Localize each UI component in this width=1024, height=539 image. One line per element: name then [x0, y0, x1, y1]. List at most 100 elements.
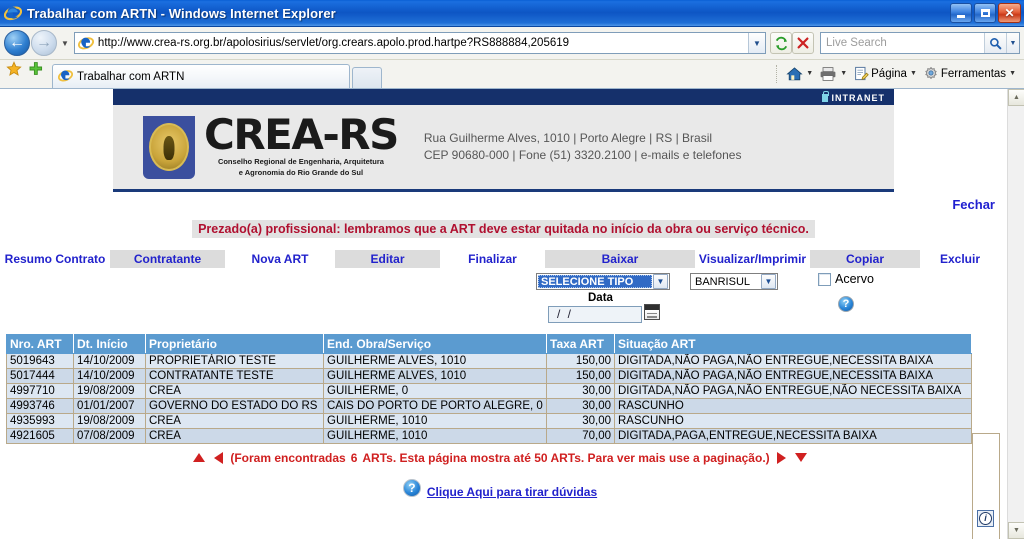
menu-item-baixar[interactable]: Baixar — [545, 250, 695, 268]
acervo-checkbox-group[interactable]: Acervo — [818, 272, 874, 286]
pagination-count: 6 — [350, 450, 358, 465]
search-input[interactable] — [821, 36, 984, 50]
data-input[interactable]: / / — [548, 306, 642, 323]
tipo-select[interactable]: SELECIONE TIPO ▼ — [536, 273, 670, 290]
menu-item-editar[interactable]: Editar — [335, 250, 440, 268]
tab-strip: Trabalhar com ARTN ▼ ▼ Página ▼ Ferramen… — [0, 60, 1024, 89]
cell-taxa-art: 150,00 — [546, 353, 615, 369]
first-page-button[interactable] — [192, 451, 206, 465]
add-to-favorites-icon[interactable] — [28, 61, 44, 82]
help-question-icon[interactable]: ? — [402, 479, 421, 497]
menu-item-resumo-contrato[interactable]: Resumo Contrato — [0, 250, 110, 268]
table-row[interactable]: 4921605 07/08/2009 CREA GUILHERME, 1010 … — [6, 428, 972, 444]
column-header-dt-inicio[interactable]: Dt. Início — [73, 334, 146, 354]
home-button[interactable]: ▼ — [784, 63, 815, 85]
table-row[interactable]: 4935993 19/08/2009 CREA GUILHERME, 1010 … — [6, 413, 972, 429]
back-button[interactable]: ← — [4, 30, 30, 56]
cell-nro-art: 4993746 — [6, 398, 74, 414]
home-dropdown-icon[interactable]: ▼ — [806, 70, 813, 77]
cell-proprietario: CREA — [145, 413, 324, 429]
crea-banner: CREA-RS Conselho Regional de Engenharia,… — [113, 105, 894, 192]
scroll-up-button[interactable]: ▲ — [1008, 89, 1024, 106]
notice-message: Prezado(a) profissional: lembramos que a… — [192, 220, 815, 238]
page-menu-label: Página — [871, 67, 907, 80]
question-mark-icon: ? — [838, 296, 854, 312]
table-row[interactable]: 4993746 01/01/2007 GOVERNO DO ESTADO DO … — [6, 398, 972, 414]
print-button[interactable]: ▼ — [817, 63, 849, 85]
tools-menu-button[interactable]: Ferramentas ▼ — [921, 63, 1018, 85]
tab-title: Trabalhar com ARTN — [77, 70, 185, 83]
previous-page-button[interactable] — [211, 451, 225, 465]
banco-select[interactable]: BANRISUL ▼ — [690, 273, 778, 290]
favorites-controls — [6, 59, 44, 88]
refresh-button[interactable] — [770, 32, 792, 54]
menu-item-copiar[interactable]: Copiar — [810, 250, 920, 268]
crea-logo-icon — [143, 115, 195, 179]
tools-dropdown-icon[interactable]: ▼ — [1009, 70, 1016, 77]
address-bar[interactable]: http://www.crea-rs.org.br/apolosirius/se… — [73, 32, 766, 54]
menu-item-visualizar-imprimir[interactable]: Visualizar/Imprimir — [695, 250, 810, 268]
print-dropdown-icon[interactable]: ▼ — [840, 70, 847, 77]
row-info-button[interactable]: i — [977, 510, 994, 527]
help-link[interactable]: Clique Aqui para tirar dúvidas — [427, 485, 597, 499]
scroll-down-button[interactable]: ▼ — [1008, 522, 1024, 539]
menu-item-nova-art[interactable]: Nova ART — [225, 250, 335, 268]
intranet-label: INTRANET — [821, 89, 886, 106]
site-banner: INTRANET CREA-RS Conselho Regional de En… — [0, 89, 1007, 192]
column-header-proprietario[interactable]: Proprietário — [145, 334, 324, 354]
cell-situacao: DIGITADA,NÃO PAGA,NÃO ENTREGUE,NÃO NECES… — [614, 383, 972, 399]
acervo-help-button[interactable]: ? — [838, 296, 854, 312]
cell-taxa-art: 70,00 — [546, 428, 615, 444]
vertical-scrollbar[interactable]: ▲ ▼ — [1007, 89, 1024, 539]
cell-dt-inicio: 19/08/2009 — [73, 413, 146, 429]
next-page-button[interactable] — [775, 451, 789, 465]
crea-subtitle-2: e Agronomia do Rio Grande do Sul — [238, 168, 364, 178]
column-header-endereco[interactable]: End. Obra/Serviço — [323, 334, 547, 354]
arts-table: Nro. ART Dt. Início Proprietário End. Ob… — [6, 334, 972, 444]
page-dropdown-icon[interactable]: ▼ — [910, 70, 917, 77]
tools-menu-label: Ferramentas — [940, 67, 1007, 80]
column-header-taxa-art[interactable]: Taxa ART — [546, 334, 615, 354]
banco-select-value: BANRISUL — [695, 275, 751, 288]
search-icon[interactable] — [984, 33, 1006, 53]
favorites-center-icon[interactable] — [6, 61, 22, 82]
column-header-nro-art[interactable]: Nro. ART — [6, 334, 74, 354]
calendar-icon[interactable] — [644, 304, 660, 320]
chevron-down-icon[interactable]: ▼ — [653, 274, 668, 289]
recent-pages-dropdown-icon[interactable]: ▼ — [61, 39, 69, 48]
menu-item-finalizar[interactable]: Finalizar — [440, 250, 545, 268]
table-row[interactable]: 4997710 19/08/2009 CREA GUILHERME, 0 30,… — [6, 383, 972, 399]
menu-item-contratante[interactable]: Contratante — [110, 250, 225, 268]
last-page-button[interactable] — [794, 451, 808, 465]
close-button[interactable]: ✕ — [998, 3, 1021, 23]
cell-proprietario: CONTRATANTE TESTE — [145, 368, 324, 384]
acervo-checkbox[interactable] — [818, 272, 831, 286]
address-url-text: http://www.crea-rs.org.br/apolosirius/se… — [97, 37, 570, 49]
search-provider-dropdown-icon[interactable]: ▼ — [1006, 33, 1019, 53]
minimize-button[interactable] — [950, 3, 972, 23]
menu-item-excluir[interactable]: Excluir — [920, 250, 1000, 268]
lock-icon — [821, 91, 829, 102]
column-header-situacao-art[interactable]: Situação ART — [614, 334, 972, 354]
page-menu-button[interactable]: Página ▼ — [851, 63, 919, 85]
page-content: INTRANET CREA-RS Conselho Regional de En… — [0, 89, 1007, 539]
maximize-button[interactable] — [974, 3, 996, 23]
command-bar-separator — [776, 64, 778, 83]
browser-tab[interactable]: Trabalhar com ARTN — [52, 64, 350, 88]
close-page-link[interactable]: Fechar — [952, 197, 995, 212]
stop-button[interactable] — [792, 32, 814, 54]
action-menu: Resumo Contrato Contratante Nova ART Edi… — [0, 250, 1000, 268]
chevron-down-icon[interactable]: ▼ — [761, 274, 776, 289]
new-tab-button[interactable] — [352, 67, 382, 88]
pagination: (Foram encontradas 6 ARTs. Esta página m… — [192, 451, 807, 465]
address-dropdown-icon[interactable]: ▼ — [748, 33, 765, 53]
cell-proprietario: GOVERNO DO ESTADO DO RS — [145, 398, 324, 414]
cell-nro-art: 5019643 — [6, 353, 74, 369]
table-row[interactable]: 5017444 14/10/2009 CONTRATANTE TESTE GUI… — [6, 368, 972, 384]
crea-address-line-1: Rua Guilherme Alves, 1010 | Porto Alegre… — [423, 130, 713, 145]
table-row[interactable]: 5019643 14/10/2009 PROPRIETÁRIO TESTE GU… — [6, 353, 972, 369]
window-title-bar: Trabalhar com ARTN - Windows Internet Ex… — [0, 0, 1024, 27]
search-box[interactable]: ▼ — [820, 32, 1020, 54]
command-bar: ▼ ▼ Página ▼ Ferramentas ▼ — [771, 59, 1024, 88]
forward-button[interactable]: → — [31, 30, 57, 56]
